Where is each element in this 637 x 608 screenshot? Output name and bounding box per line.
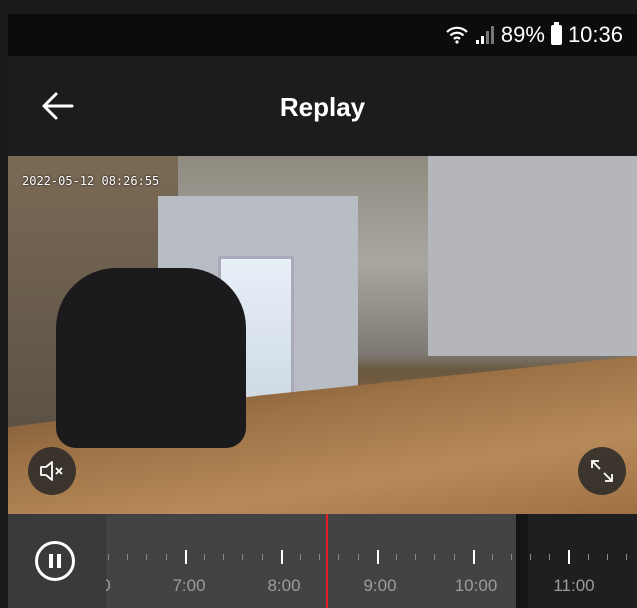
- major-tick: [280, 550, 283, 564]
- battery-percent: 89%: [500, 22, 545, 47]
- clock: 10:36: [567, 22, 623, 47]
- minor-tick: [319, 554, 321, 560]
- page-title: Replay: [279, 92, 366, 122]
- video-player[interactable]: 2022-05-12 08:26:55: [8, 156, 637, 514]
- app-bar: Replay: [8, 56, 637, 156]
- expand-icon: [591, 460, 613, 482]
- timeline-ticks: [106, 550, 516, 564]
- playhead[interactable]: [326, 514, 328, 608]
- minor-tick: [108, 554, 109, 560]
- time-label: 7:00: [172, 576, 206, 595]
- speaker-muted-icon: [40, 461, 63, 481]
- major-tick: [472, 550, 475, 564]
- minor-tick: [146, 554, 148, 560]
- playback-control: [8, 514, 106, 608]
- wifi-icon: [446, 26, 468, 44]
- scene-chair: [56, 268, 246, 448]
- fullscreen-button[interactable]: [578, 447, 626, 495]
- minor-tick: [492, 554, 493, 560]
- status-icons: 89% 10:36: [445, 14, 623, 56]
- signal-icon: [475, 26, 494, 44]
- timeline-track-future[interactable]: 11:00: [528, 514, 637, 608]
- minor-tick: [396, 554, 397, 560]
- minor-tick: [511, 554, 513, 560]
- pause-icon[interactable]: [35, 541, 75, 581]
- timeline-bar: 0 7:00 8:00 9:00 10:00 11:00: [8, 514, 637, 608]
- timeline-ticks: [528, 550, 637, 564]
- minor-tick: [357, 554, 359, 560]
- minor-tick: [415, 554, 417, 560]
- minor-tick: [242, 554, 244, 560]
- minor-tick: [261, 554, 263, 560]
- minor-tick: [434, 554, 436, 560]
- minor-tick: [127, 554, 129, 560]
- major-tick: [184, 550, 187, 564]
- minor-tick: [549, 554, 551, 560]
- minor-tick: [338, 554, 340, 560]
- major-tick: [568, 550, 571, 564]
- minor-tick: [587, 554, 589, 560]
- minor-tick: [165, 554, 167, 560]
- scene-right-wall: [428, 156, 637, 356]
- time-label: 9:00: [363, 576, 397, 595]
- time-label: 0: [106, 576, 111, 596]
- minor-tick: [453, 554, 455, 560]
- major-tick: [376, 550, 379, 564]
- minor-tick: [626, 554, 627, 560]
- mute-button[interactable]: [28, 447, 76, 495]
- minor-tick: [530, 554, 531, 560]
- status-bar: 89% 10:36: [8, 14, 637, 56]
- minor-tick: [223, 554, 225, 560]
- time-label: 10:00: [454, 576, 498, 595]
- battery-icon: [550, 22, 562, 45]
- minor-tick: [204, 554, 205, 560]
- time-label: 8:00: [267, 576, 301, 595]
- time-label: 11:00: [553, 576, 595, 595]
- timeline-track[interactable]: 0 7:00 8:00 9:00 10:00: [106, 514, 516, 608]
- minor-tick: [300, 554, 301, 560]
- minor-tick: [606, 554, 608, 560]
- timeline-gap: [516, 514, 528, 608]
- video-timestamp: 2022-05-12 08:26:55: [22, 174, 160, 188]
